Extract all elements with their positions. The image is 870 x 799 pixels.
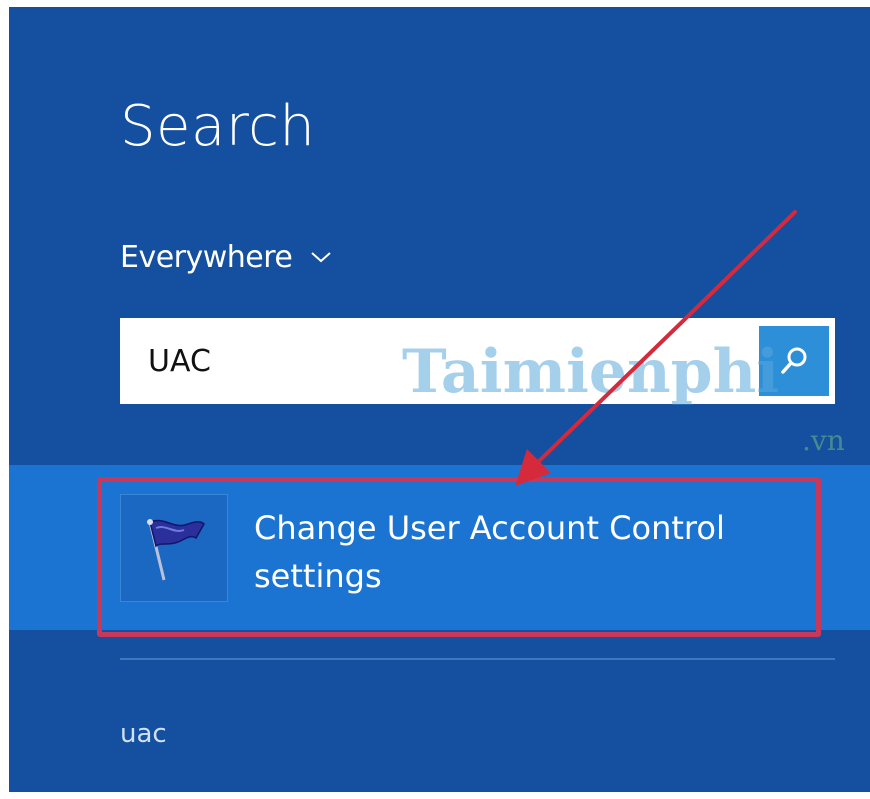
search-scope-dropdown[interactable]: Everywhere — [120, 237, 332, 277]
search-input[interactable] — [120, 318, 750, 404]
pane-title: Search — [120, 94, 316, 159]
search-suggestion[interactable]: uac — [120, 719, 167, 749]
search-box — [120, 318, 835, 404]
results-divider — [120, 658, 835, 660]
search-result-label: Change User Account Control settings — [254, 509, 725, 595]
search-scope-label: Everywhere — [120, 239, 293, 275]
search-button[interactable] — [759, 326, 829, 396]
search-icon — [781, 347, 807, 374]
uac-flag-icon — [120, 494, 228, 602]
chevron-down-icon — [311, 252, 332, 263]
search-charm-pane: Search Everywhere Taimienphi .vn Change … — [9, 7, 870, 792]
watermark-domain: .vn — [802, 424, 845, 457]
search-result-item[interactable]: Change User Account Control settings — [120, 490, 815, 610]
